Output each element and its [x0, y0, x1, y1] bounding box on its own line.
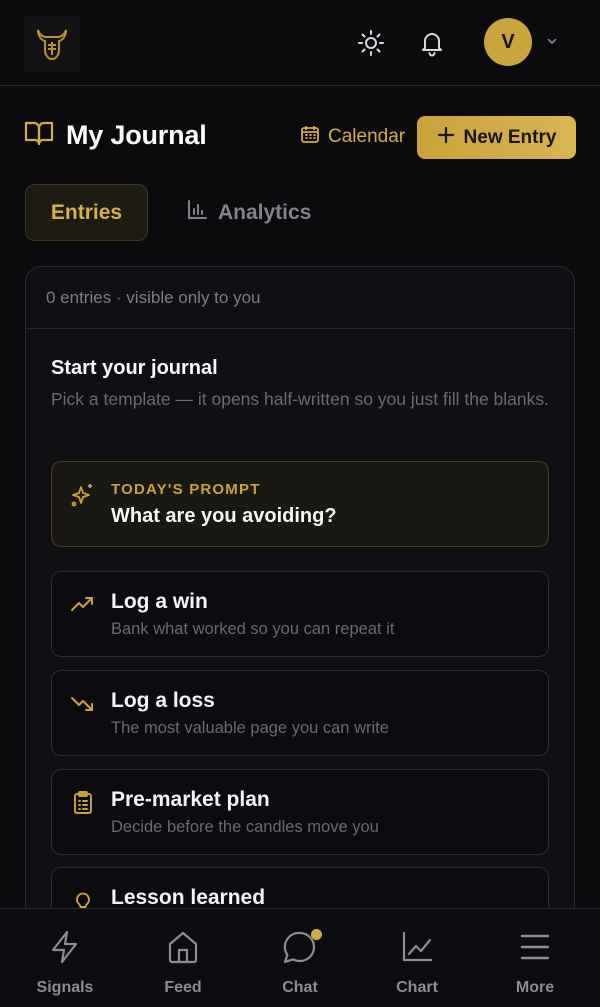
plus-icon: [437, 126, 455, 150]
journal-card: 0 entries · visible only to you Start yo…: [25, 266, 575, 1007]
home-icon: [166, 927, 200, 967]
template-title: Log a loss: [111, 689, 215, 712]
todays-prompt[interactable]: TODAY'S PROMPT What are you avoiding?: [51, 461, 549, 547]
template-title: Pre-market plan: [111, 788, 270, 811]
sun-icon[interactable]: [356, 28, 386, 58]
template-subtitle: The most valuable page you can write: [111, 719, 389, 737]
template-title: Lesson learned: [111, 886, 266, 909]
page-title: My Journal: [66, 120, 207, 150]
calendar-label: Calendar: [328, 126, 406, 147]
nav-signals[interactable]: Signals: [5, 909, 125, 1007]
menu-icon: [519, 927, 551, 967]
line-chart-icon: [400, 927, 434, 967]
template-subtitle: Bank what worked so you can repeat it: [111, 620, 395, 638]
nav-label: More: [515, 979, 555, 996]
page-header: My Journal Calendar New Entry: [24, 112, 576, 162]
nav-label: Feed: [164, 979, 202, 996]
prompt-text: What are you avoiding?: [111, 505, 337, 527]
calendar-button[interactable]: Calendar: [300, 124, 405, 150]
start-subtitle: Pick a template — it opens half-written …: [51, 389, 550, 409]
bar-chart-icon: [186, 199, 208, 227]
nav-chat[interactable]: Chat: [240, 909, 360, 1007]
prompt-label: TODAY'S PROMPT: [111, 481, 261, 498]
bell-icon[interactable]: [417, 28, 447, 58]
book-open-icon: [24, 120, 54, 151]
new-entry-button[interactable]: New Entry: [417, 116, 576, 159]
zap-icon: [49, 927, 81, 967]
tab-entries[interactable]: Entries: [25, 184, 148, 241]
nav-feed[interactable]: Feed: [123, 909, 243, 1007]
trending-down-icon: [70, 691, 96, 722]
chat-bubble-icon: [282, 927, 322, 967]
chat-badge: [311, 929, 322, 940]
bull-head-icon[interactable]: [24, 16, 80, 72]
tab-entries-label: Entries: [50, 200, 123, 224]
template-pre-market-plan[interactable]: Pre-market plan Decide before the candle…: [51, 769, 549, 855]
tab-analytics[interactable]: Analytics: [186, 184, 311, 241]
bottom-nav: Signals Feed Chat Chart More: [0, 908, 600, 1007]
start-title: Start your journal: [51, 357, 218, 379]
chevron-down-icon[interactable]: [545, 34, 559, 53]
template-log-win[interactable]: Log a win Bank what worked so you can re…: [51, 571, 549, 657]
new-entry-label: New Entry: [463, 126, 557, 148]
clipboard-icon: [70, 790, 96, 821]
calendar-icon: [300, 124, 320, 150]
nav-more[interactable]: More: [475, 909, 595, 1007]
template-title: Log a win: [111, 590, 208, 613]
trending-up-icon: [70, 592, 96, 623]
entries-count: 0 entries · visible only to you: [26, 267, 574, 329]
sparkles-icon: [70, 482, 96, 513]
template-subtitle: Decide before the candles move you: [111, 818, 379, 836]
nav-chart[interactable]: Chart: [357, 909, 477, 1007]
nav-label: Chart: [396, 979, 438, 996]
avatar[interactable]: V: [484, 18, 532, 66]
nav-label: Chat: [282, 979, 318, 996]
tab-analytics-label: Analytics: [218, 200, 312, 224]
template-log-loss[interactable]: Log a loss The most valuable page you ca…: [51, 670, 549, 756]
nav-label: Signals: [36, 979, 94, 996]
top-bar: V: [0, 0, 600, 86]
